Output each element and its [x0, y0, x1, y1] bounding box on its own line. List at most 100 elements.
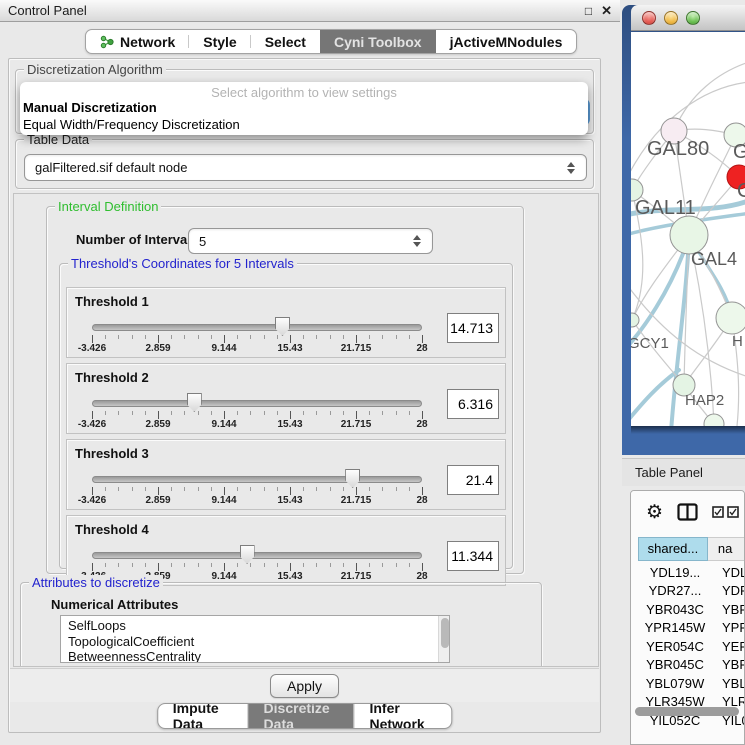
table-toolbar: ⚙	[631, 491, 744, 533]
slider-ticks	[92, 335, 422, 343]
slider-thumb[interactable]	[275, 317, 290, 336]
threshold-row: Threshold 1-3.4262.8599.14415.4321.71528…	[66, 287, 506, 358]
thresholds-group-label: Threshold's Coordinates for 5 Intervals	[68, 256, 297, 271]
bottom-tab-infer-network[interactable]: Infer Network	[354, 704, 451, 728]
table-row[interactable]: YDR27...YDR2	[638, 582, 745, 601]
table-row[interactable]: YBR045CYBR0	[638, 656, 745, 675]
attributes-group: Attributes to discretize Numerical Attri…	[20, 582, 542, 667]
threshold-value-field[interactable]: 6.316	[447, 389, 499, 419]
algorithm-option[interactable]: Manual Discretization	[20, 99, 588, 116]
split-panel-icon[interactable]	[677, 503, 698, 521]
network-canvas[interactable]: GAL80G.CGAL11GAL4GCY1HHAP2	[631, 32, 745, 426]
network-node-label: GCY1	[631, 335, 669, 352]
threshold-label: Threshold 4	[75, 522, 149, 537]
table-row[interactable]: YBR043CYBR0	[638, 600, 745, 619]
attribute-list-item[interactable]: TopologicalCoefficient	[61, 634, 449, 650]
threshold-value-field[interactable]: 14.713	[447, 313, 499, 343]
algorithm-dropdown-popup: Select algorithm to view settings Manual…	[20, 82, 588, 135]
bottom-tab-discretize-data[interactable]: Discretize Data	[249, 704, 355, 728]
algorithm-option[interactable]: Equal Width/Frequency Discretization	[20, 116, 588, 133]
network-node[interactable]	[716, 302, 745, 334]
slider-ticks	[92, 563, 422, 571]
threshold-label: Threshold 2	[75, 370, 149, 385]
table-panel-title: Table Panel	[635, 465, 703, 480]
cell-shared-name: YBR045C	[638, 657, 712, 672]
number-of-intervals-label: Number of Intervals	[76, 232, 198, 247]
table-data-combobox[interactable]: galFiltered.sif default node	[24, 154, 587, 181]
cell-shared-name: YER054C	[638, 639, 712, 654]
cyni-toolbox-panel: Discretization Algorithm Table Data galF…	[8, 58, 601, 733]
top-tab-jactivemnodules[interactable]: jActiveMNodules	[436, 30, 577, 53]
network-node-label: C	[737, 180, 745, 202]
threshold-row: Threshold 2-3.4262.8599.14415.4321.71528…	[66, 363, 506, 434]
table-row[interactable]: YER054CYER0	[638, 637, 745, 656]
network-node[interactable]	[631, 313, 639, 327]
minimize-traffic-light[interactable]	[664, 11, 678, 25]
slider-track[interactable]	[92, 324, 422, 331]
cell-name: YBL0	[712, 676, 745, 691]
table-data-group: Table Data galFiltered.sif default node	[15, 139, 594, 189]
float-window-icon[interactable]: □	[585, 5, 592, 17]
cell-name: YDR2	[712, 583, 745, 598]
select-columns-icon[interactable]	[712, 506, 739, 518]
top-tab-cyni-toolbox[interactable]: Cyni Toolbox	[320, 30, 436, 53]
slider-track[interactable]	[92, 400, 422, 407]
slider-track[interactable]	[92, 552, 422, 559]
network-node-label: HAP2	[685, 392, 724, 409]
table-horizontal-scrollbar[interactable]	[635, 707, 739, 716]
slider-ticks	[92, 487, 422, 495]
top-tab-select[interactable]: Select	[251, 30, 320, 53]
cell-name: YPR1	[712, 620, 745, 635]
slider-thumb[interactable]	[240, 545, 255, 564]
slider-tick-labels: -3.4262.8599.14415.4321.71528	[92, 495, 422, 507]
close-traffic-light[interactable]	[642, 11, 656, 25]
cell-shared-name: YDR27...	[638, 583, 712, 598]
slider-thumb[interactable]	[187, 393, 202, 412]
cell-shared-name: YDL19...	[638, 565, 712, 580]
network-node-label: H	[732, 333, 743, 350]
numerical-attributes-label: Numerical Attributes	[51, 597, 178, 612]
top-tab-label: Select	[265, 34, 306, 50]
column-header-name[interactable]: na	[708, 537, 745, 561]
close-icon[interactable]: ✕	[601, 4, 612, 17]
threshold-label: Threshold 3	[75, 446, 149, 461]
algorithm-placeholder-option[interactable]: Select algorithm to view settings	[20, 82, 588, 99]
cell-shared-name: YBL079W	[638, 676, 712, 691]
network-node-label: G.	[733, 141, 745, 163]
table-header-row: shared... na	[638, 537, 745, 561]
cell-name: YBR0	[712, 657, 745, 672]
threshold-value-field[interactable]: 11.344	[447, 541, 499, 571]
gear-icon[interactable]: ⚙	[646, 503, 663, 522]
table-row[interactable]: YPR145WYPR1	[638, 619, 745, 638]
cell-name: YBR0	[712, 602, 745, 617]
cell-shared-name: YBR043C	[638, 602, 712, 617]
panel-title: Control Panel	[8, 3, 87, 18]
slider-track[interactable]	[92, 476, 422, 483]
bottom-tab-impute-data[interactable]: Impute Data	[158, 704, 249, 728]
attribute-list-item[interactable]: BetweennessCentrality	[61, 649, 449, 663]
number-of-intervals-combobox[interactable]: 5	[188, 228, 433, 254]
screen: Control Panel □ ✕ NetworkStyle Select Cyni…	[0, 0, 745, 745]
numerical-attributes-list[interactable]: SelfLoopsTopologicalCoefficientBetweenne…	[60, 615, 450, 663]
bottom-tab-bar: Impute DataDiscretize DataInfer Network	[157, 703, 453, 729]
top-tab-style[interactable]: Style	[189, 30, 250, 53]
cell-name: YER0	[712, 639, 745, 654]
threshold-value-field[interactable]: 21.4	[447, 465, 499, 495]
attribute-list-scrollbar[interactable]	[438, 616, 449, 662]
apply-button[interactable]: Apply	[270, 674, 339, 698]
threshold-label: Threshold 1	[75, 294, 149, 309]
interval-definition-label: Interval Definition	[55, 199, 161, 214]
top-tab-network[interactable]: Network	[86, 30, 189, 53]
column-header-shared-name[interactable]: shared...	[638, 537, 708, 561]
slider-ticks	[92, 411, 422, 419]
attribute-list-item[interactable]: SelfLoops	[61, 618, 449, 634]
zoom-traffic-light[interactable]	[686, 11, 700, 25]
slider-thumb[interactable]	[345, 469, 360, 488]
network-node-label: GAL80	[647, 138, 709, 160]
network-node-label: GAL11	[635, 197, 696, 219]
table-row[interactable]: YDL19...YDL1	[638, 563, 745, 582]
table-row[interactable]: YBL079WYBL0	[638, 674, 745, 693]
threshold-row: Threshold 3 -3.4262.8599.14415.4321.71528…	[66, 439, 506, 510]
window-inner-shadow	[631, 426, 745, 434]
table-panel-header: Table Panel	[622, 458, 745, 486]
